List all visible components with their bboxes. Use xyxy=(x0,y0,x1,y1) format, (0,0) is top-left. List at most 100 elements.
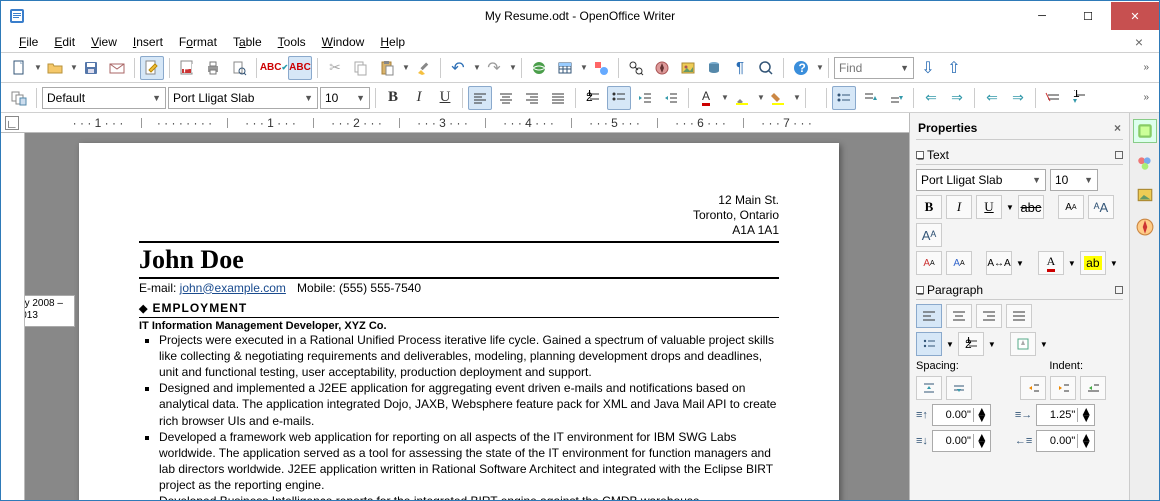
font-combo[interactable]: Port Lligat Slab▼ xyxy=(168,87,318,109)
open-button[interactable] xyxy=(43,56,67,80)
numbered-list-button[interactable]: 12 xyxy=(581,86,605,110)
menu-format[interactable]: Format xyxy=(171,33,225,51)
datasource-button[interactable] xyxy=(702,56,726,80)
indent-button[interactable] xyxy=(659,86,683,110)
panel-grow-button[interactable]: ᴬA xyxy=(1088,195,1114,219)
drawing-button[interactable] xyxy=(589,56,613,80)
find-replace-button[interactable] xyxy=(624,56,648,80)
styles-button[interactable] xyxy=(7,86,31,110)
close-button[interactable]: ✕ xyxy=(1111,2,1159,30)
nonprinting-button[interactable]: ¶ xyxy=(728,56,752,80)
bgcolor-button[interactable] xyxy=(766,86,790,110)
menu-tools[interactable]: Tools xyxy=(270,33,314,51)
align-left-button[interactable] xyxy=(468,86,492,110)
indent-right-input[interactable]: ▲▼ xyxy=(1036,430,1095,452)
new-button[interactable] xyxy=(7,56,31,80)
panel-spacing-button[interactable]: A↔A xyxy=(986,251,1012,275)
menu-table[interactable]: Table xyxy=(225,33,270,51)
align-right-button[interactable] xyxy=(520,86,544,110)
document-area[interactable]: January 2008 – May 2013 12 Main St. Toro… xyxy=(25,133,909,500)
font-color-button[interactable]: A xyxy=(694,86,718,110)
paste-button[interactable] xyxy=(375,56,399,80)
toolbar-overflow[interactable]: » xyxy=(1139,62,1153,73)
panel-align-center[interactable] xyxy=(946,304,972,328)
outdent-button[interactable] xyxy=(633,86,657,110)
panel-highlight-button[interactable]: ab xyxy=(1080,251,1106,275)
space-above-input[interactable]: ▲▼ xyxy=(932,404,991,426)
find-input[interactable]: Find▼ xyxy=(834,57,914,79)
panel-strike-button[interactable]: abc xyxy=(1018,195,1044,219)
demote-button[interactable]: ⇒ xyxy=(945,86,969,110)
italic-button[interactable]: I xyxy=(407,86,431,110)
decrease-space-button[interactable] xyxy=(946,376,972,400)
toolbar2-overflow[interactable]: » xyxy=(1139,92,1153,103)
minimize-button[interactable]: ─ xyxy=(1019,2,1065,30)
panel-bullets-button[interactable] xyxy=(916,332,942,356)
panel-underline-button[interactable]: U xyxy=(976,195,1002,219)
promote-button[interactable]: ⇐ xyxy=(919,86,943,110)
panel-sup-button[interactable]: AA xyxy=(916,251,942,275)
panel-sub-button[interactable]: AA xyxy=(946,251,972,275)
panel-size-combo[interactable]: 10▼ xyxy=(1050,169,1098,191)
tab-properties[interactable] xyxy=(1133,119,1157,143)
decrease-indent-button[interactable] xyxy=(1050,376,1076,400)
panel-align-left[interactable] xyxy=(916,304,942,328)
style-combo[interactable]: Default▼ xyxy=(42,87,166,109)
table-dropdown[interactable]: ▼ xyxy=(579,63,587,72)
help-dropdown[interactable]: ▼ xyxy=(815,63,823,72)
underline-button[interactable]: U xyxy=(433,86,457,110)
paste-dropdown[interactable]: ▼ xyxy=(401,63,409,72)
undo-dropdown[interactable]: ▼ xyxy=(472,63,480,72)
export-pdf-button[interactable]: PDF xyxy=(175,56,199,80)
menu-edit[interactable]: Edit xyxy=(46,33,83,51)
demote-sub-button[interactable]: ⇒ xyxy=(1006,86,1030,110)
email-link[interactable]: john@example.com xyxy=(180,281,286,295)
navigator-button[interactable] xyxy=(650,56,674,80)
tab-navigator[interactable] xyxy=(1133,215,1157,239)
align-justify-button[interactable] xyxy=(546,86,570,110)
date-frame[interactable]: January 2008 – May 2013 xyxy=(25,295,75,327)
bgcolor-dropdown[interactable]: ▼ xyxy=(792,93,800,102)
panel-italic-button[interactable]: I xyxy=(946,195,972,219)
highlight-button[interactable] xyxy=(730,86,754,110)
section-text-header[interactable]: − Text xyxy=(916,146,1123,165)
format-paintbrush-button[interactable] xyxy=(411,56,435,80)
panel-numbering-button[interactable]: 12 xyxy=(958,332,984,356)
panel-bg-button[interactable] xyxy=(1010,332,1036,356)
close-doc-button[interactable]: × xyxy=(1129,34,1149,50)
hyperlink-button[interactable] xyxy=(527,56,551,80)
panel-shrink-button[interactable]: Aᴬ xyxy=(916,223,942,247)
panel-align-justify[interactable] xyxy=(1006,304,1032,328)
bold-button[interactable]: B xyxy=(381,86,405,110)
zoom-button[interactable] xyxy=(754,56,778,80)
redo-button[interactable]: ↷ xyxy=(482,56,506,80)
preview-button[interactable] xyxy=(227,56,251,80)
new-dropdown[interactable]: ▼ xyxy=(33,63,41,72)
save-button[interactable] xyxy=(79,56,103,80)
undo-button[interactable]: ↶ xyxy=(446,56,470,80)
close-panel-button[interactable]: × xyxy=(1114,121,1121,135)
table-button[interactable] xyxy=(553,56,577,80)
panel-fontcolor-button[interactable]: A xyxy=(1038,251,1064,275)
space-below-input[interactable]: ▲▼ xyxy=(932,430,991,452)
move-down-button[interactable] xyxy=(858,86,882,110)
increase-space-button[interactable] xyxy=(916,376,942,400)
page[interactable]: January 2008 – May 2013 12 Main St. Toro… xyxy=(79,143,839,500)
font-color-dropdown[interactable]: ▼ xyxy=(720,93,728,102)
increase-indent-button[interactable] xyxy=(1020,376,1046,400)
bullet-list-button[interactable] xyxy=(607,86,631,110)
no-number-button[interactable] xyxy=(1041,86,1065,110)
copy-button[interactable] xyxy=(349,56,373,80)
auto-spellcheck-button[interactable]: ABC xyxy=(288,56,312,80)
find-prev-button[interactable]: ⇧ xyxy=(942,56,966,80)
print-button[interactable] xyxy=(201,56,225,80)
menu-help[interactable]: Help xyxy=(372,33,413,51)
tab-gallery[interactable] xyxy=(1133,183,1157,207)
list-numbering-button[interactable] xyxy=(832,86,856,110)
panel-align-right[interactable] xyxy=(976,304,1002,328)
gallery-button[interactable] xyxy=(676,56,700,80)
spellcheck-button[interactable]: ABC✔ xyxy=(262,56,286,80)
section-para-header[interactable]: − Paragraph xyxy=(916,281,1123,300)
panel-bold-button[interactable]: B xyxy=(916,195,942,219)
redo-dropdown[interactable]: ▼ xyxy=(508,63,516,72)
